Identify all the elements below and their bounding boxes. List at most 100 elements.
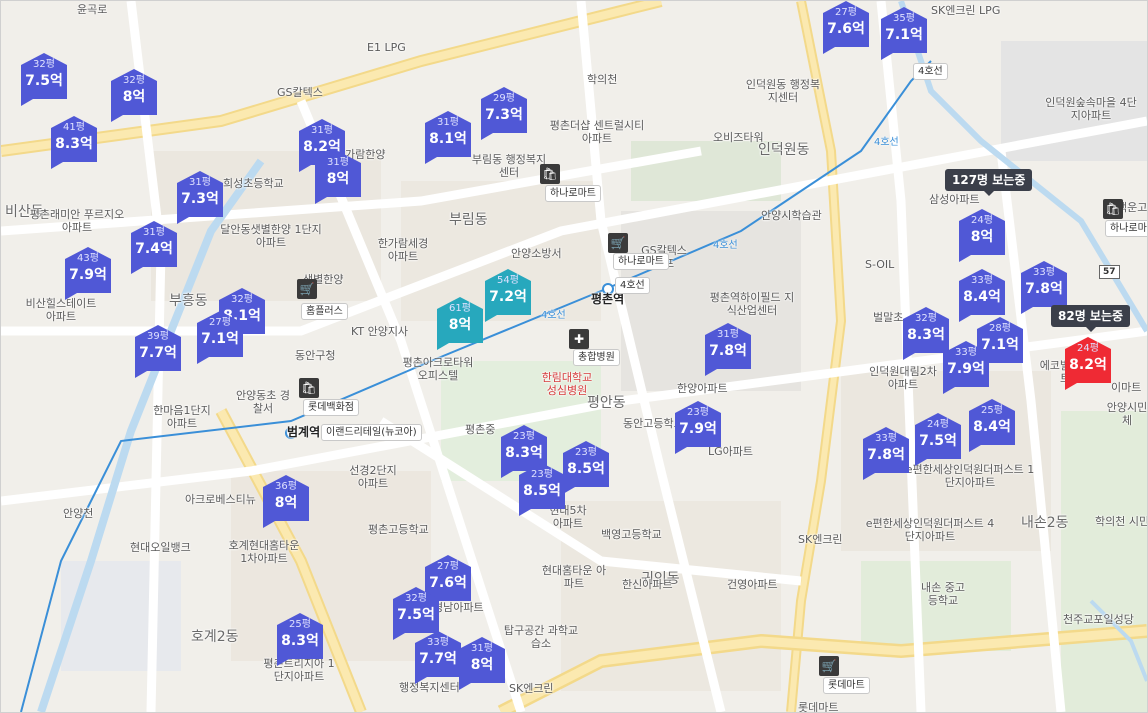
poi-tag[interactable]: 롯데마트	[823, 677, 870, 694]
place-label: 동안구청	[295, 349, 336, 362]
place-label: 이마트	[1111, 381, 1142, 394]
hospital-icon[interactable]: ✚	[569, 329, 589, 349]
listing-marker[interactable]: 23평 8.5억	[561, 441, 611, 494]
place-label: S-OIL	[865, 258, 895, 271]
line4-station-tag[interactable]: 4호선	[615, 277, 650, 294]
line4-track-label: 4호선	[541, 310, 566, 321]
listing-marker[interactable]: 31평 8억	[313, 151, 363, 204]
listing-marker[interactable]: 23평 8.5억	[517, 463, 567, 516]
listing-marker[interactable]: 31평 8억	[457, 637, 507, 690]
listing-marker[interactable]: 31평 7.8억	[703, 323, 753, 376]
listing-marker[interactable]: 43평 7.9억	[63, 247, 113, 300]
place-label: SK엔크린	[509, 682, 554, 695]
viewer-count-badge: 127명 보는중	[945, 169, 1033, 196]
listing-marker[interactable]: 27평 7.6억	[821, 1, 871, 54]
place-label: 한신아파트	[622, 578, 673, 591]
place-label: 탑구공간 과학교습소	[503, 624, 579, 650]
listing-marker[interactable]: 33평 8.4억	[957, 269, 1007, 322]
poi-tag[interactable]: 롯데백화점	[303, 399, 359, 416]
listing-marker[interactable]: 31평 7.3억	[175, 171, 225, 224]
listing-marker-hot[interactable]: 24평 8.2억	[1063, 337, 1113, 390]
listing-marker[interactable]: 27평 7.1억	[195, 311, 245, 364]
listing-marker[interactable]: 32평 7.5억	[19, 53, 69, 106]
listing-marker[interactable]: 25평 8.3억	[275, 613, 325, 666]
cart-icon[interactable]: 🛒	[297, 279, 317, 299]
listing-marker[interactable]: 24평 8억	[957, 209, 1007, 262]
listing-marker[interactable]: 32평 8억	[109, 69, 159, 122]
map-canvas[interactable]: 윤곡로 E1 LPG GS칼텍스 학의천 SK엔크린 LPG 인덕원동 행정복지…	[0, 0, 1148, 713]
place-label: 현대홈타운 아파트	[541, 564, 607, 590]
place-label: e편한세상인덕원더퍼스트 4단지아파트	[865, 517, 995, 543]
place-label: 부흥동	[169, 293, 208, 309]
poi-tag[interactable]: 이랜드리테일(뉴코아)	[321, 424, 422, 441]
cart-icon[interactable]: 🛒	[819, 656, 839, 676]
place-label: 백영고등학교	[601, 528, 662, 541]
listing-marker[interactable]: 35평 7.1억	[879, 7, 929, 60]
place-label: 윤곡로	[77, 3, 108, 16]
place-label: SK엔크린	[798, 533, 843, 546]
place-label: 안양동초 경찰서	[235, 389, 291, 415]
viewer-count-badge: 82명 보는중	[1051, 305, 1131, 332]
place-label: 내손2동	[1021, 515, 1069, 531]
line4-track-label: 4호선	[874, 137, 899, 148]
place-label: 평촌역하이필드 지식산업센터	[709, 291, 795, 317]
place-label: 한마음1단지 아파트	[153, 404, 211, 430]
place-label: 인덕원대림2차 아파트	[869, 365, 937, 391]
place-label: 부림동 행정복지센터	[471, 153, 547, 179]
place-label: 호계2동	[191, 629, 239, 645]
place-label: 평촌고등학교	[368, 523, 429, 536]
place-label: 선경2단지 아파트	[349, 464, 397, 490]
listing-marker[interactable]: 54평 7.2억	[483, 269, 533, 322]
place-label: e편한세상인덕원더퍼스트 1단지아파트	[905, 463, 1035, 489]
line4-station-tag[interactable]: 4호선	[913, 63, 948, 80]
cart-icon[interactable]: 🛒	[608, 233, 628, 253]
place-label: 아크로베스티뉴	[185, 493, 256, 506]
place-label: 평촌래미안 푸르지오아파트	[29, 208, 125, 234]
beomgye-station-label[interactable]: 범계역	[287, 426, 320, 439]
listing-marker[interactable]: 31평 8.1억	[423, 111, 473, 164]
shopping-bag-icon[interactable]: 🛍	[299, 378, 319, 398]
listing-marker[interactable]: 33평 7.8억	[861, 427, 911, 480]
listing-marker[interactable]: 29평 7.3억	[479, 87, 529, 140]
place-label: 안양시학습관	[761, 209, 822, 222]
listing-marker[interactable]: 39평 7.7억	[133, 325, 183, 378]
place-label: 인덕원동	[758, 142, 810, 158]
listing-marker[interactable]: 36평 8억	[261, 475, 311, 528]
shopping-bag-icon[interactable]: 🛍	[1103, 199, 1123, 219]
place-label: 천주교포일성당	[1063, 613, 1134, 626]
place-label: 롯데마트	[798, 701, 839, 713]
pyeongchon-station-label[interactable]: 평촌역	[591, 293, 624, 306]
shopping-bag-icon[interactable]: 🛍	[540, 164, 560, 184]
listing-marker[interactable]: 33평 7.9억	[941, 341, 991, 394]
poi-tag[interactable]: 하나로마트	[613, 253, 669, 270]
place-label: 평촌더샵 센트럴시티아파트	[549, 119, 645, 145]
place-label: 내손 중고등학교	[921, 581, 965, 607]
place-label: 부림동	[449, 212, 488, 228]
place-label: 인덕원동 행정복지센터	[745, 78, 821, 104]
place-label: 호계현대홈타운 1차아파트	[228, 539, 300, 565]
place-label: 오비즈타워	[713, 131, 764, 144]
listing-marker[interactable]: 25평 8.4억	[967, 399, 1017, 452]
listing-marker[interactable]: 23평 7.9억	[673, 401, 723, 454]
listing-marker[interactable]: 33평 7.7억	[413, 631, 463, 684]
listing-marker[interactable]: 41평 8.3억	[49, 116, 99, 169]
poi-tag[interactable]: 홈플러스	[301, 303, 348, 320]
listing-marker[interactable]: 31평 7.4억	[129, 221, 179, 274]
place-label: 학의천	[587, 73, 618, 86]
place-label: 한가람세경 아파트	[377, 237, 429, 263]
poi-tag[interactable]: 총합병원	[573, 349, 620, 366]
listing-marker[interactable]: 24평 7.5억	[913, 413, 963, 466]
place-label: 건영아파트	[727, 578, 778, 591]
place-label: 평촌중	[465, 423, 496, 436]
place-label: KT 안양지사	[351, 325, 409, 338]
line4-track-label: 4호선	[713, 240, 738, 251]
place-label: 안양천	[63, 507, 94, 520]
place-label: 비산힐스테이트 아파트	[25, 297, 97, 323]
place-label: 삼성아파트	[929, 193, 980, 206]
place-label: 평안동	[587, 395, 626, 411]
place-label: 달안동샛별한양 1단지아파트	[220, 223, 322, 249]
poi-tag[interactable]: 하나로마트	[1105, 220, 1147, 237]
place-label: 학의천 시민쉼터	[1095, 515, 1148, 528]
poi-tag[interactable]: 하나로마트	[545, 185, 601, 202]
listing-marker-selected[interactable]: 61평 8억	[435, 297, 485, 350]
